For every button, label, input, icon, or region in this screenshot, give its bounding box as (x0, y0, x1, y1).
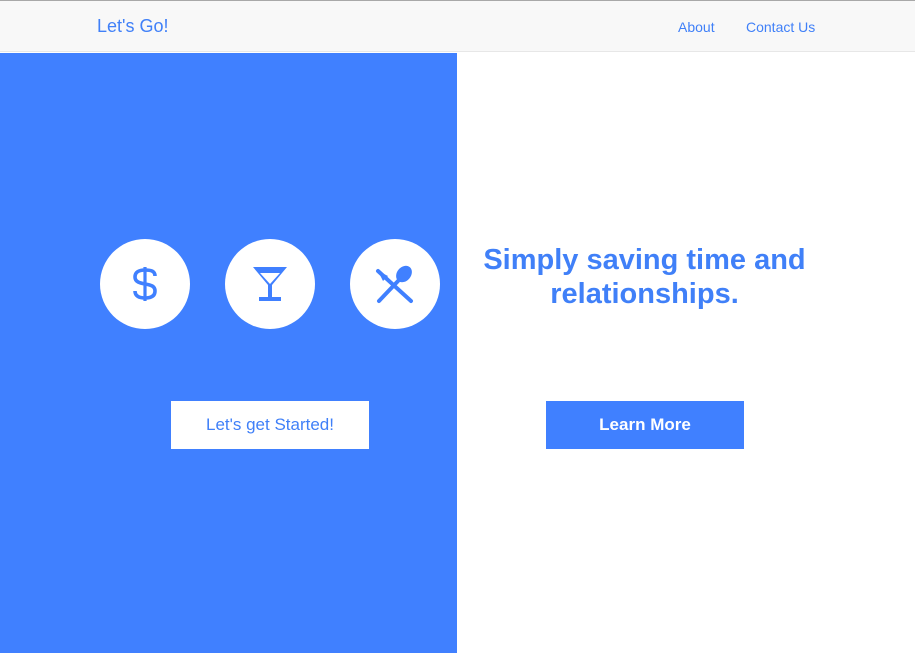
utensils-icon (374, 263, 416, 305)
nav-link-contact-us[interactable]: Contact Us (746, 18, 815, 36)
hero-right-panel: Simply saving time and relationships. Le… (457, 53, 915, 653)
cocktail-icon-circle (225, 239, 315, 329)
hero-headline: Simply saving time and relationships. (483, 244, 806, 310)
cocktail-glass-icon (252, 264, 288, 304)
dollar-icon-circle (100, 239, 190, 329)
nav-link-about[interactable]: About (678, 18, 715, 36)
hero-left-panel: Let's get Started! (0, 53, 457, 653)
dollar-icon (130, 264, 160, 304)
learn-more-button[interactable]: Learn More (546, 401, 744, 449)
get-started-button[interactable]: Let's get Started! (171, 401, 369, 449)
navbar: Let's Go! About Contact Us (0, 1, 915, 52)
brand-link[interactable]: Let's Go! (97, 16, 168, 36)
utensils-icon-circle (350, 239, 440, 329)
